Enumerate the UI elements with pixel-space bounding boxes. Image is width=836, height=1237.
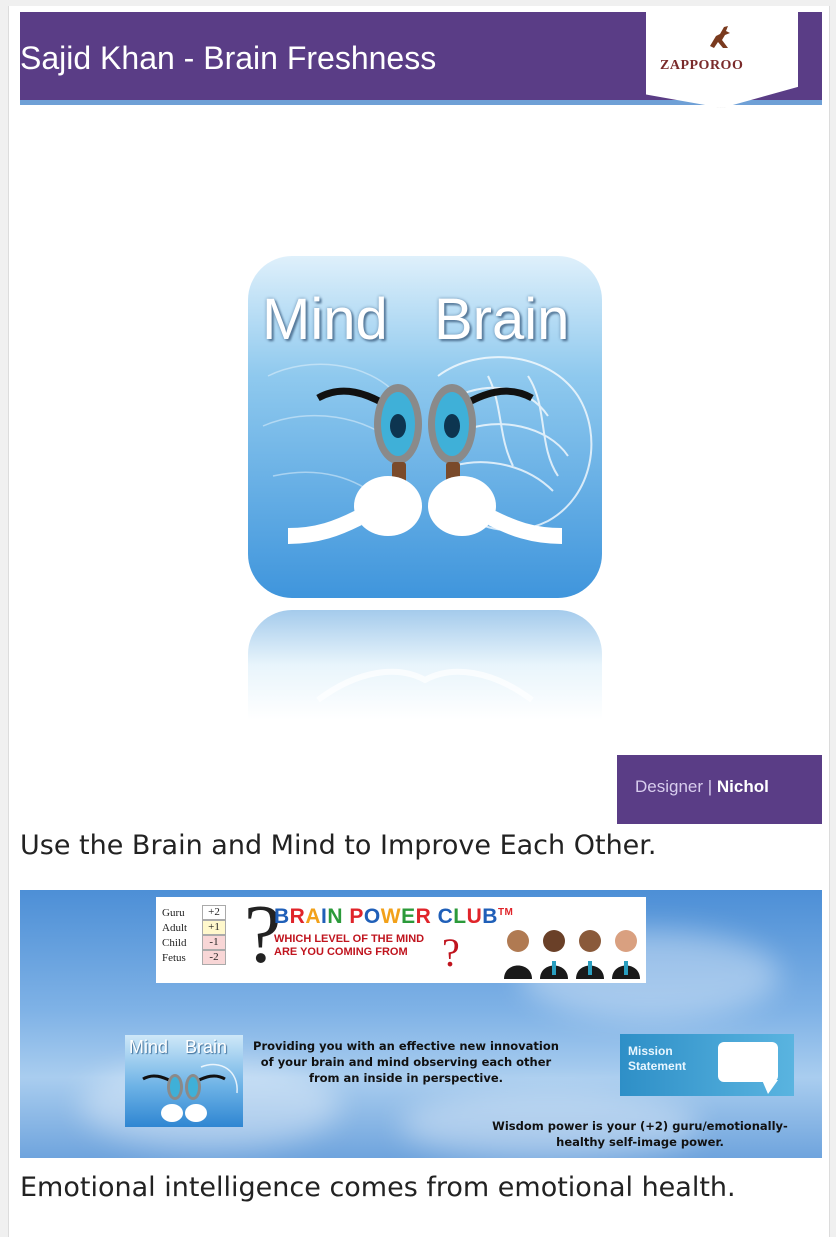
- club-subtitle-line-1: WHICH LEVEL OF THE MIND: [274, 933, 425, 945]
- small-icon-word-mind: Mind: [129, 1037, 169, 1057]
- mission-label-line-2: Statement: [628, 1059, 687, 1073]
- level-name: Adult: [162, 921, 188, 934]
- club-subtitle-line-2: ARE YOU COMING FROM: [274, 946, 408, 958]
- kangaroo-icon: [710, 26, 730, 48]
- slide-title: Sajid Khan - Brain Freshness: [20, 40, 437, 76]
- person-photo: [540, 930, 568, 979]
- question-mark-red-icon: ?: [442, 930, 460, 975]
- level-row: Guru +2: [162, 905, 226, 920]
- designer-label: Designer |: [635, 777, 717, 796]
- brain-power-club-banner: Guru +2 Adult +1 Child -1 Fetus -2 ? BRA…: [156, 893, 646, 983]
- image-caption-1: Use the Brain and Mind to Improve Each O…: [20, 830, 657, 861]
- designer-name: Nichol: [716, 777, 769, 796]
- level-row: Adult +1: [162, 920, 226, 935]
- club-title: BRAIN POWER CLUBTM: [274, 905, 513, 929]
- mission-label-line-1: Mission: [628, 1044, 673, 1058]
- club-title-text: BRAIN POWER CLUB: [274, 905, 498, 928]
- designer-credit-bar: Designer | Nichol: [617, 755, 822, 824]
- mind-level-table: Guru +2 Adult +1 Child -1 Fetus -2: [162, 905, 226, 965]
- level-name: Child: [162, 936, 187, 949]
- club-subtitle: WHICH LEVEL OF THE MIND ARE YOU COMING F…: [274, 933, 424, 959]
- designer-credit: Designer | Nichol: [635, 777, 769, 797]
- small-icon-word-brain: Brain: [185, 1037, 228, 1057]
- level-name: Guru: [162, 906, 185, 919]
- speech-bubble-icon: [718, 1042, 778, 1082]
- wisdom-statement: Wisdom power is your (+2) guru/emotional…: [492, 1119, 788, 1149]
- level-value: +2: [202, 905, 226, 920]
- level-value: -2: [202, 950, 226, 965]
- level-value: -1: [202, 935, 226, 950]
- icon-reflection: [248, 610, 602, 720]
- club-tm: TM: [497, 907, 514, 918]
- level-name: Fetus: [162, 951, 186, 964]
- person-photo: [504, 930, 532, 979]
- mind-brain-small-icon: Mind Brain: [125, 1035, 243, 1127]
- speech-bubble-tail: [762, 1080, 778, 1094]
- slide-image-brain-power-club: Guru +2 Adult +1 Child -1 Fetus -2 ? BRA…: [20, 890, 822, 1158]
- mind-brain-app-icon: Mind Brain: [248, 256, 602, 598]
- innovation-description: Providing you with an effective new inno…: [253, 1039, 559, 1085]
- mission-statement-box: Mission Statement: [620, 1034, 794, 1096]
- image-caption-2: Emotional intelligence comes from emotio…: [20, 1172, 736, 1203]
- mission-statement-label: Mission Statement: [628, 1044, 686, 1074]
- level-value: +1: [202, 920, 226, 935]
- person-photo: [576, 930, 604, 979]
- logo-text: ZAPPOROO: [660, 58, 744, 73]
- icon-word-brain: Brain: [434, 287, 570, 352]
- icon-word-mind: Mind: [262, 287, 388, 352]
- level-row: Child -1: [162, 935, 226, 950]
- person-photo: [612, 930, 640, 979]
- level-row: Fetus -2: [162, 950, 226, 965]
- slide-image-brain-freshness: Sajid Khan - Brain Freshness ZAPPOROO Mi…: [20, 12, 822, 824]
